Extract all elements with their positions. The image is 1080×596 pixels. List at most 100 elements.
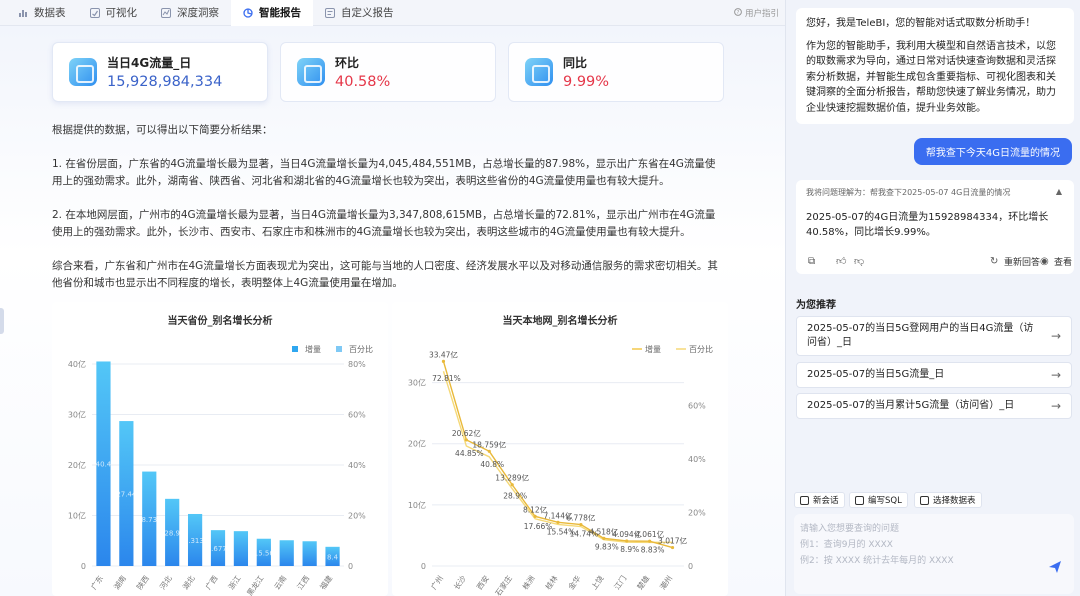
line-point[interactable] xyxy=(579,522,583,527)
panel-resize-handle[interactable] xyxy=(0,308,4,334)
kpi-value: 40.58% xyxy=(335,74,391,90)
refresh-icon[interactable]: ↻ xyxy=(990,256,1002,268)
line-point[interactable] xyxy=(464,438,468,442)
point-pct-label: 9.83% xyxy=(595,543,619,552)
y2-tick-label: 80% xyxy=(348,360,366,369)
y-tick-label: 20亿 xyxy=(68,460,86,470)
input-placeholder: 请输入您想要查询的问题 xyxy=(800,524,900,534)
province-growth-chart: 当天省份_别名增长分析 0 10亿 20亿 30亿 40亿 0 20% 40% 60% 80% 增量… xyxy=(52,302,388,596)
analysis-paragraph: 综合来看，广东省和广州市在4G流量增长方面表现尤为突出，这可能与当地的人口密度、… xyxy=(52,260,718,289)
bar[interactable] xyxy=(279,540,294,566)
x-tick-label: 石家庄 xyxy=(493,573,514,596)
bar-value-label: 40.4 xyxy=(96,461,112,469)
recommend-item[interactable]: 2025-05-07的当日5G登网用户的当日4G流量（访问省）_日 → xyxy=(796,316,1072,356)
x-tick-label: 桂林 xyxy=(543,573,560,591)
point-value-label: 33.47亿 xyxy=(429,349,458,359)
x-tick-label: 金华 xyxy=(566,573,583,591)
view-button[interactable]: 查看 xyxy=(1054,255,1072,268)
analysis-paragraph: 2. 在本地网层面，广州市的4G流量增长最为显著，当日4G流量增长量为3,347… xyxy=(52,209,716,238)
point-value-label: 20.62亿 xyxy=(452,428,481,438)
recommend-item[interactable]: 2025-05-07的当月累计5G流量（访问省）_日 → xyxy=(796,393,1072,419)
y-tick-label: 0 xyxy=(81,562,86,571)
line-point[interactable] xyxy=(648,539,652,543)
recommend-text: 2025-05-07的当月累计5G流量（访问省）_日 xyxy=(807,400,1015,411)
select-table-button[interactable]: 选择数据表 xyxy=(914,492,982,508)
y2-tick-label: 60% xyxy=(688,402,706,411)
tab-custom-report[interactable]: 自定义报告 xyxy=(313,0,406,26)
chart-title: 当天本地网_别名增长分析 xyxy=(502,316,618,327)
write-sql-button[interactable]: 编写SQL xyxy=(849,492,908,508)
y-tick-label: 30亿 xyxy=(68,410,86,420)
x-tick-label: 浙江 xyxy=(226,573,243,591)
point-value-label: 18.759亿 xyxy=(472,439,506,449)
assistant-greeting: 您好，我是TeleBI，您的智能对话式取数分析助手！ 作为您的智能助手，我利用大… xyxy=(796,8,1074,124)
bar-chart: 0 10亿 20亿 30亿 40亿 0 20% 40% 60% 80% 增量 百分比 40.4 广东 27.… xyxy=(68,344,373,596)
y-tick-label: 10亿 xyxy=(408,500,426,510)
legend-swatch xyxy=(336,346,342,352)
legend-label: 百分比 xyxy=(689,344,713,354)
line-point[interactable] xyxy=(625,539,629,543)
tab-label: 智能报告 xyxy=(259,7,301,19)
eye-icon[interactable]: ◉ xyxy=(1040,256,1052,268)
ring-icon xyxy=(297,58,325,86)
trend-icon xyxy=(525,58,553,86)
collapse-icon[interactable]: ▲ xyxy=(1056,187,1062,196)
tab-visualization[interactable]: 可视化 xyxy=(78,0,150,26)
table-icon xyxy=(920,495,929,505)
legend-label: 百分比 xyxy=(349,344,373,354)
tab-deep-insight[interactable]: 深度洞察 xyxy=(149,0,231,26)
y2-tick-label: 20% xyxy=(688,509,706,518)
line-point[interactable] xyxy=(602,536,606,540)
kpi-label: 环比 xyxy=(335,56,360,70)
line-point[interactable] xyxy=(510,483,514,487)
copy-icon[interactable]: ⧉ xyxy=(808,256,820,268)
x-tick-label: 广州 xyxy=(428,573,445,591)
line-point[interactable] xyxy=(441,359,446,363)
legend-label: 增量 xyxy=(645,344,661,354)
kpi-card-mom: 环比 40.58% xyxy=(280,42,496,102)
svg-text:?: ? xyxy=(737,10,740,16)
line-point[interactable] xyxy=(670,545,675,550)
line-point[interactable] xyxy=(487,449,491,453)
legend-label: 增量 xyxy=(305,344,321,354)
regenerate-button[interactable]: 重新回答 xyxy=(1004,255,1040,268)
tab-label: 自定义报告 xyxy=(341,7,394,19)
x-tick-label: 上饶 xyxy=(589,573,606,591)
chat-panel: 您好，我是TeleBI，您的智能对话式取数分析助手！ 作为您的智能助手，我利用大… xyxy=(785,0,1080,596)
tab-datasheet[interactable]: 数据表 xyxy=(6,0,78,26)
input-placeholder: 例2：按 XXXX 统计去年每月的 XXXX xyxy=(800,556,954,566)
user-guide-link[interactable]: ? 用户指引 xyxy=(734,7,779,19)
send-icon[interactable] xyxy=(1048,560,1062,574)
chat-input[interactable]: 请输入您想要查询的问题 例1：查询9月的 XXXX 例2：按 XXXX 统计去年… xyxy=(794,514,1074,594)
bar[interactable] xyxy=(302,541,317,566)
sql-icon xyxy=(855,495,864,505)
line-point[interactable] xyxy=(533,514,537,518)
report-main: 当日4G流量_日 15,928,984,334 环比 40.58% 同比 9.9… xyxy=(0,26,785,596)
thumbs-down-icon[interactable]: 👎︎ xyxy=(854,256,866,268)
recommend-text: 2025-05-07的当日5G登网用户的当日4G流量（访问省）_日 xyxy=(807,323,1034,348)
insight-icon xyxy=(161,7,171,18)
cube-icon xyxy=(69,58,97,86)
chart-check-icon xyxy=(89,7,100,18)
recommend-item[interactable]: 2025-05-07的当日5G流量_日 → xyxy=(796,362,1072,388)
x-tick-label: 长沙 xyxy=(451,573,468,591)
tab-label: 深度洞察 xyxy=(177,7,219,19)
arrow-right-icon: → xyxy=(1050,399,1061,413)
kpi-card-4g-traffic: 当日4G流量_日 15,928,984,334 xyxy=(52,42,268,102)
user-message: 帮我查下今天4G日流量的情况 xyxy=(913,138,1072,165)
new-chat-button[interactable]: 新会话 xyxy=(794,492,845,508)
tab-smart-report[interactable]: 智能报告 xyxy=(231,0,313,26)
point-pct-label: 72.81% xyxy=(432,374,461,383)
tab-label: 可视化 xyxy=(105,7,138,19)
y2-tick-label: 20% xyxy=(348,512,366,521)
line-point[interactable] xyxy=(556,520,560,524)
thumbs-up-icon[interactable]: 👍︎ xyxy=(836,256,848,268)
analysis-intro: 根据提供的数据，可以得出以下简要分析结果： xyxy=(52,124,273,136)
legend-swatch xyxy=(292,346,298,352)
x-tick-label: 福建 xyxy=(317,573,334,591)
kpi-card-yoy: 同比 9.99% xyxy=(508,42,724,102)
y-tick-label: 40亿 xyxy=(68,359,86,369)
bar[interactable] xyxy=(233,531,249,566)
recommend-text: 2025-05-07的当日5G流量_日 xyxy=(807,369,945,380)
kpi-label: 当日4G流量_日 xyxy=(107,56,192,70)
